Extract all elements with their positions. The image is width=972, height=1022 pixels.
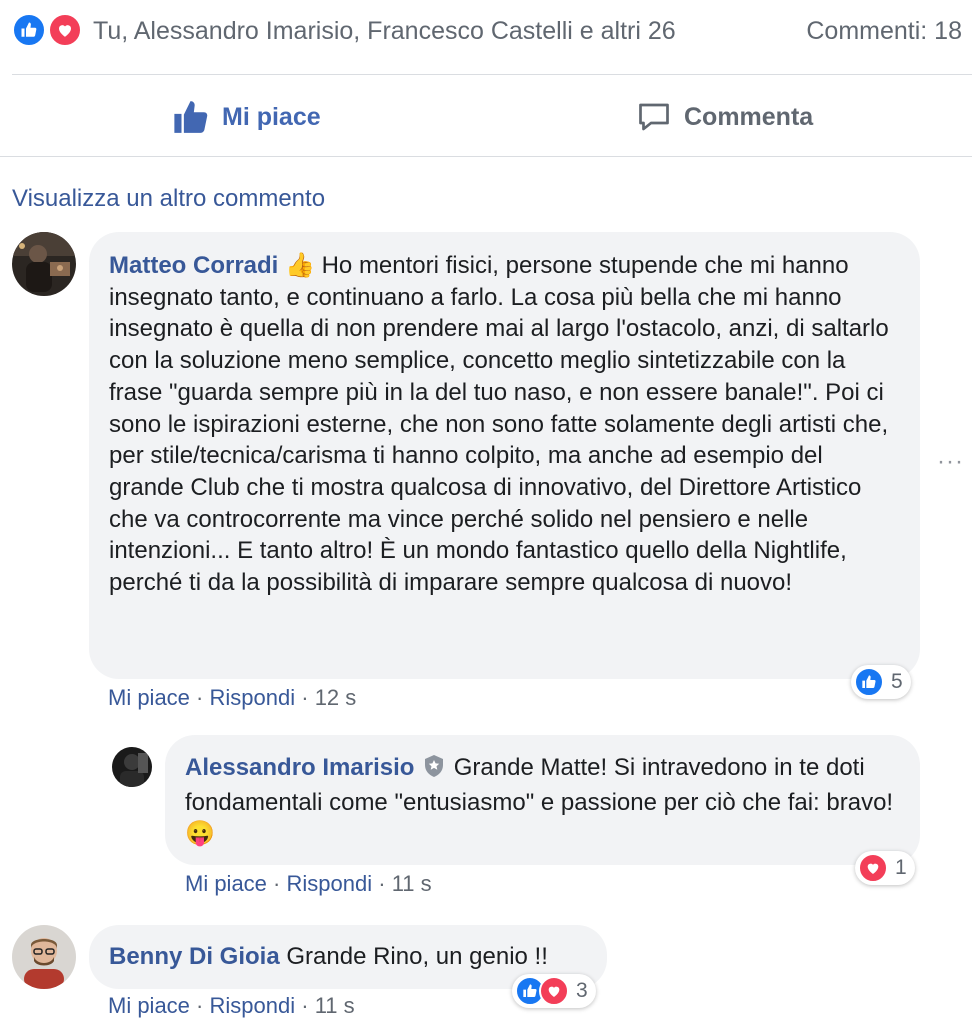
comment-text: Benny Di Gioia Grande Rino, un genio !! bbox=[109, 941, 587, 973]
avatar[interactable] bbox=[12, 232, 76, 296]
avatar[interactable] bbox=[12, 925, 76, 989]
like-icon bbox=[854, 667, 884, 697]
comment-author[interactable]: Alessandro Imarisio bbox=[185, 754, 414, 781]
thumbs-up-emoji: 👍 bbox=[285, 252, 315, 279]
comment-like-link[interactable]: Mi piace bbox=[185, 871, 267, 896]
comments-count[interactable]: Commenti: 18 bbox=[806, 17, 962, 46]
comment-meta: Mi piace · Rispondi · 12 s bbox=[108, 685, 356, 711]
comment-text: Alessandro Imarisio Grande Matte! Si int… bbox=[185, 752, 900, 850]
comment-reactions[interactable]: 1 bbox=[855, 851, 915, 885]
comment-button[interactable]: Commenta bbox=[636, 95, 813, 139]
reaction-count: 3 bbox=[576, 979, 588, 1002]
like-button[interactable]: Mi piace bbox=[172, 95, 321, 139]
comment-author[interactable]: Matteo Corradi bbox=[109, 252, 278, 279]
like-button-label: Mi piace bbox=[222, 102, 321, 131]
avatar[interactable] bbox=[112, 747, 152, 787]
separator: · bbox=[196, 685, 204, 710]
comment-bubble: Matteo Corradi 👍 Ho mentori fisici, pers… bbox=[89, 232, 920, 679]
comment-meta: Mi piace · Rispondi · 11 s bbox=[185, 871, 432, 897]
comment-reply-link[interactable]: Rispondi bbox=[210, 685, 296, 710]
admin-badge-icon bbox=[423, 754, 445, 787]
comment-button-label: Commenta bbox=[684, 102, 814, 131]
love-icon bbox=[539, 976, 569, 1006]
comment-reactions[interactable]: 3 bbox=[512, 974, 596, 1008]
love-icon bbox=[48, 13, 82, 47]
comment-reply-link[interactable]: Rispondi bbox=[287, 871, 373, 896]
reaction-count: 1 bbox=[895, 856, 907, 879]
separator: · bbox=[378, 871, 386, 896]
divider bbox=[12, 74, 972, 75]
comment-reply-link[interactable]: Rispondi bbox=[210, 993, 296, 1018]
reaction-summary-icons[interactable] bbox=[12, 13, 88, 47]
reaction-count: 5 bbox=[891, 670, 903, 693]
separator: · bbox=[196, 993, 204, 1018]
separator: · bbox=[301, 685, 309, 710]
comment-reactions[interactable]: 5 bbox=[851, 665, 911, 699]
divider bbox=[0, 156, 972, 157]
comment-text: Matteo Corradi 👍 Ho mentori fisici, pers… bbox=[109, 250, 898, 599]
more-options-icon[interactable]: ··· bbox=[937, 448, 964, 476]
view-more-comments-link[interactable]: Visualizza un altro commento bbox=[12, 185, 325, 213]
comment-body: Grande Rino, un genio !! bbox=[286, 943, 548, 970]
thumbs-up-icon bbox=[174, 101, 208, 133]
comment-bubble: Alessandro Imarisio Grande Matte! Si int… bbox=[165, 735, 920, 865]
comment-timestamp[interactable]: 12 s bbox=[315, 685, 357, 710]
comment-timestamp[interactable]: 11 s bbox=[392, 871, 432, 896]
comment-meta: Mi piace · Rispondi · 11 s bbox=[108, 993, 355, 1019]
comment-bubble-icon bbox=[639, 103, 669, 131]
like-icon bbox=[12, 13, 46, 47]
separator: · bbox=[301, 993, 309, 1018]
comment-like-link[interactable]: Mi piace bbox=[108, 685, 190, 710]
separator: · bbox=[273, 871, 281, 896]
comment-like-link[interactable]: Mi piace bbox=[108, 993, 190, 1018]
comment-author[interactable]: Benny Di Gioia bbox=[109, 943, 280, 970]
reactors-text[interactable]: Tu, Alessandro Imarisio, Francesco Caste… bbox=[93, 17, 676, 46]
comment-timestamp[interactable]: 11 s bbox=[315, 993, 355, 1018]
love-icon bbox=[858, 853, 888, 883]
comment-body: Ho mentori fisici, persone stupende che … bbox=[109, 252, 889, 597]
